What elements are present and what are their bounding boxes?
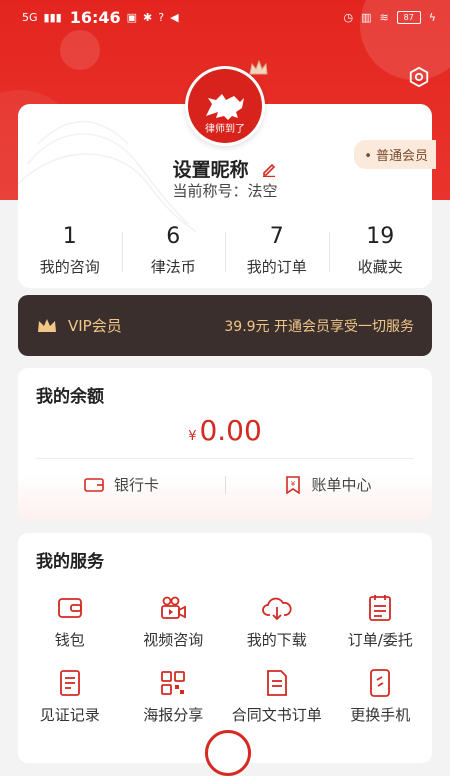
edit-icon[interactable] xyxy=(261,160,277,182)
app-notification-icon: ▣ xyxy=(126,10,138,24)
balance-actions: 银行卡 ¥ 账单中心 xyxy=(18,474,432,495)
vip-description: 39.9元 开通会员享受一切服务 xyxy=(224,318,414,335)
service-label: 订单/委托 xyxy=(347,631,413,649)
bottom-nav-center-button[interactable] xyxy=(205,730,251,776)
service-contract-orders[interactable]: 合同文书订单 xyxy=(225,668,329,725)
balance-title: 我的余额 xyxy=(36,387,104,407)
logo-text: 律师到了 xyxy=(205,124,245,135)
vibrate-icon: ▥ xyxy=(361,10,372,24)
alarm-icon: ◷ xyxy=(343,10,354,24)
service-label: 合同文书订单 xyxy=(231,706,322,724)
stat-value: 1 xyxy=(62,224,77,249)
bill-center-label: 账单中心 xyxy=(311,476,372,494)
phone-icon xyxy=(370,669,391,697)
stat-label: 我的咨询 xyxy=(39,258,100,276)
video-icon xyxy=(161,596,187,619)
currency-symbol: ¥ xyxy=(188,429,197,444)
signal-bars-icon: ▮▮▮ xyxy=(43,10,62,24)
signal-icon: 5G xyxy=(22,10,38,24)
stat-favorites[interactable]: 19 收藏夹 xyxy=(328,222,433,284)
wifi-icon: ≋ xyxy=(379,10,389,24)
bill-icon: ¥ xyxy=(286,475,301,494)
balance-value: 0.00 xyxy=(199,414,262,447)
wallet-icon xyxy=(57,598,82,618)
cloud-download-icon xyxy=(261,597,292,621)
service-label: 钱包 xyxy=(54,631,85,649)
bill-center-button[interactable]: ¥ 账单中心 xyxy=(225,474,432,495)
balance-amount: ¥0.00 xyxy=(18,414,432,447)
service-wallet[interactable]: 钱包 xyxy=(18,593,122,650)
help-icon: ? xyxy=(158,10,165,24)
stat-orders[interactable]: 7 我的订单 xyxy=(225,222,329,284)
qrcode-icon xyxy=(161,671,186,695)
battery-icon: 87 xyxy=(396,10,421,24)
current-title: 当前称号：法空 xyxy=(172,182,278,200)
divider xyxy=(36,458,414,459)
bank-card-label: 银行卡 xyxy=(113,476,159,494)
service-label: 见证记录 xyxy=(39,706,100,724)
decorative-bubble xyxy=(60,30,100,70)
services-grid: 钱包 视频咨询 我的下载 订单/委托 见证记录 海报分享 合同文书订单 更换手机 xyxy=(18,593,432,725)
service-video-consult[interactable]: 视频咨询 xyxy=(122,593,226,650)
charging-icon: ϟ xyxy=(428,10,436,24)
app-logo: 律师到了 xyxy=(188,69,262,143)
stat-coins[interactable]: 6 律法币 xyxy=(121,222,226,284)
stat-value: 7 xyxy=(269,224,284,249)
service-label: 我的下载 xyxy=(246,631,307,649)
vip-banner[interactable]: VIP会员 39.9元 开通会员享受一切服务 xyxy=(18,295,432,356)
crown-icon xyxy=(38,318,56,332)
mute-icon: ◀ xyxy=(170,10,179,24)
document-icon xyxy=(59,670,80,696)
service-poster-share[interactable]: 海报分享 xyxy=(122,668,226,725)
svg-text:¥: ¥ xyxy=(291,480,296,488)
services-card: 我的服务 钱包 视频咨询 我的下载 订单/委托 见证记录 海报分享 合同文书订单… xyxy=(18,533,432,763)
stat-label: 收藏夹 xyxy=(357,258,403,276)
clock: 16:46 xyxy=(69,7,121,27)
bank-card-button[interactable]: 银行卡 xyxy=(18,474,225,495)
stat-label: 我的订单 xyxy=(246,258,307,276)
nickname-row[interactable]: 设置昵称 xyxy=(0,155,450,182)
order-icon xyxy=(369,595,392,621)
stat-value: 6 xyxy=(166,224,181,249)
vip-title: VIP会员 xyxy=(68,317,122,335)
stat-consultations[interactable]: 1 我的咨询 xyxy=(18,222,122,284)
crown-icon xyxy=(249,59,268,75)
nickname: 设置昵称 xyxy=(172,159,249,181)
service-my-downloads[interactable]: 我的下载 xyxy=(225,593,329,650)
status-bar: 5G ▮▮▮ 16:46 ▣ ✱ ? ◀ ◷ ▥ ≋ 87 ϟ xyxy=(0,0,450,34)
notification-icon: ✱ xyxy=(143,10,153,24)
service-label: 更换手机 xyxy=(350,706,411,724)
contract-icon xyxy=(266,670,287,696)
settings-button[interactable] xyxy=(406,64,432,90)
stats-row: 1 我的咨询 6 律法币 7 我的订单 19 收藏夹 xyxy=(18,222,432,284)
service-label: 视频咨询 xyxy=(143,631,204,649)
stat-label: 律法币 xyxy=(150,258,196,276)
balance-card: 我的余额 ¥0.00 银行卡 ¥ 账单中心 xyxy=(18,368,432,520)
service-witness-records[interactable]: 见证记录 xyxy=(18,668,122,725)
avatar[interactable]: 律师到了 xyxy=(185,59,268,146)
services-title: 我的服务 xyxy=(36,552,104,572)
service-change-phone[interactable]: 更换手机 xyxy=(329,668,433,725)
service-label: 海报分享 xyxy=(143,706,204,724)
service-orders[interactable]: 订单/委托 xyxy=(329,593,433,650)
stat-value: 19 xyxy=(366,224,395,249)
gear-icon xyxy=(409,66,429,88)
card-icon xyxy=(84,477,104,492)
